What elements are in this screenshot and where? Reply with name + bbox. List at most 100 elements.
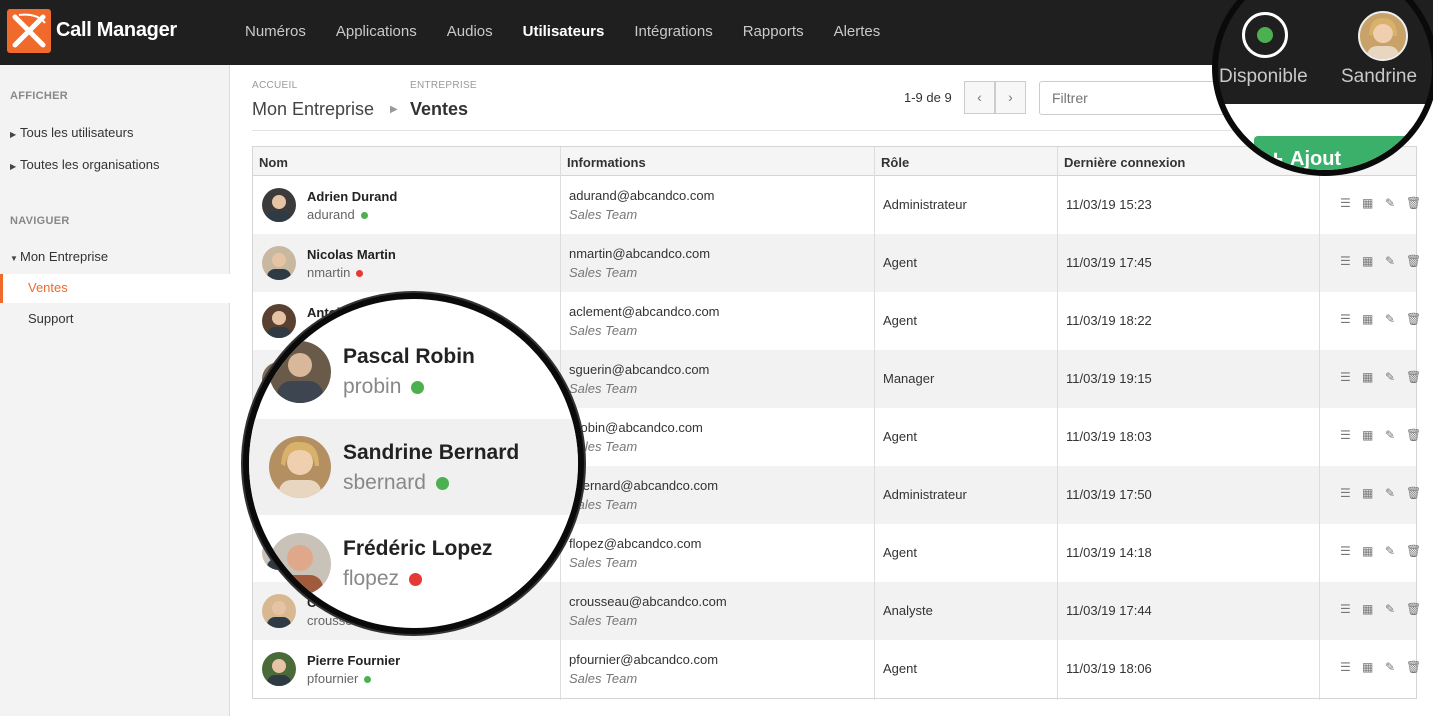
user-email: probin@abcandco.com: [569, 420, 703, 435]
current-user-name[interactable]: Sandrine: [1341, 66, 1417, 88]
user-email: crousseau@abcandco.com: [569, 594, 727, 609]
list-icon[interactable]: ☰: [1340, 544, 1351, 558]
user-team: Sales Team: [569, 265, 638, 280]
column-header-derniere-connexion[interactable]: Dernière connexion: [1064, 155, 1185, 170]
divider: [874, 147, 875, 700]
table-row[interactable]: Adrien Durand adurand adurand@abcandco.com…: [253, 176, 1421, 234]
sidebar-item-org[interactable]: ▼ Mon Entreprise: [10, 249, 108, 264]
row-actions: ☰ ▦ ✎ 🗑: [1330, 544, 1421, 560]
nav-item-integrations[interactable]: Intégrations: [634, 23, 712, 40]
user-team: Sales Team: [569, 381, 638, 396]
list-icon[interactable]: ☰: [1340, 428, 1351, 442]
user-email: adurand@abcandco.com: [569, 188, 715, 203]
avatar[interactable]: [1358, 11, 1408, 61]
table-row[interactable]: Nicolas Martin nmartin nmartin@abcandco.co…: [253, 234, 1421, 292]
calendar-icon[interactable]: ▦: [1362, 428, 1373, 442]
trash-icon[interactable]: 🗑: [1406, 254, 1421, 268]
trash-icon[interactable]: 🗑: [1406, 602, 1421, 616]
calendar-icon[interactable]: ▦: [1362, 486, 1373, 500]
calendar-icon[interactable]: ▦: [1362, 660, 1373, 674]
user-email: sbernard@abcandco.com: [569, 478, 719, 493]
filter-input[interactable]: [1039, 81, 1239, 115]
list-icon[interactable]: ☰: [1340, 196, 1351, 210]
nav-item-numeros[interactable]: Numéros: [245, 23, 306, 40]
avatar: [269, 533, 331, 595]
table-row[interactable]: Pierre Fournier pfournier pfournier@abcand…: [253, 640, 1421, 698]
user-last-login: 11/03/19 18:03: [1066, 429, 1152, 444]
trash-icon[interactable]: 🗑: [1406, 370, 1421, 384]
column-header-role[interactable]: Rôle: [881, 155, 909, 170]
list-icon[interactable]: ☰: [1340, 312, 1351, 326]
app-title: Call Manager: [56, 19, 177, 41]
caret-down-icon: ▼: [10, 254, 18, 263]
list-icon[interactable]: ☰: [1340, 370, 1351, 384]
sidebar-item-ventes[interactable]: Ventes: [28, 280, 68, 295]
pencil-icon[interactable]: ✎: [1385, 544, 1395, 558]
caret-right-icon: ▶: [10, 162, 17, 171]
nav-item-rapports[interactable]: Rapports: [743, 23, 804, 40]
user-last-login: 11/03/19 15:23: [1066, 197, 1152, 212]
nav-item-utilisateurs[interactable]: Utilisateurs: [523, 23, 605, 40]
calendar-icon[interactable]: ▦: [1362, 196, 1373, 210]
user-role: Administrateur: [883, 487, 967, 502]
row-actions: ☰ ▦ ✎ 🗑: [1330, 196, 1421, 212]
list-icon[interactable]: ☰: [1340, 660, 1351, 674]
status-online-icon: [364, 676, 372, 684]
status-available-icon[interactable]: [1242, 12, 1288, 58]
lens-row: Sandrine Bernard sbernard: [249, 419, 578, 515]
nav-item-alertes[interactable]: Alertes: [834, 23, 881, 40]
user-role: Agent: [883, 545, 917, 560]
list-icon[interactable]: ☰: [1340, 602, 1351, 616]
user-role: Agent: [883, 429, 917, 444]
user-login: pfournier: [307, 671, 372, 686]
column-header-nom[interactable]: Nom: [259, 155, 288, 170]
sidebar-item-support[interactable]: Support: [28, 311, 74, 326]
column-header-informations[interactable]: Informations: [567, 155, 646, 170]
pencil-icon[interactable]: ✎: [1385, 196, 1395, 210]
sidebar-heading-afficher: AFFICHER: [10, 90, 69, 102]
breadcrumb-separator-icon: ▶: [390, 104, 398, 115]
breadcrumb-home-label: ACCUEIL: [252, 80, 298, 91]
user-role: Analyste: [883, 603, 933, 618]
zoom-lens-users: Pascal Robin probin Sandrine Bernard sbe…: [243, 293, 584, 634]
pencil-icon[interactable]: ✎: [1385, 254, 1395, 268]
list-icon[interactable]: ☰: [1340, 486, 1351, 500]
breadcrumb-org-label: ENTREPRISE: [410, 80, 477, 91]
calendar-icon[interactable]: ▦: [1362, 370, 1373, 384]
status-online-icon: [411, 380, 425, 394]
calendar-icon[interactable]: ▦: [1362, 544, 1373, 558]
sidebar-item-all-users[interactable]: ▶ Tous les utilisateurs: [10, 125, 133, 140]
nav-item-applications[interactable]: Applications: [336, 23, 417, 40]
calendar-icon[interactable]: ▦: [1362, 312, 1373, 326]
trash-icon[interactable]: 🗑: [1406, 486, 1421, 500]
sidebar-item-all-orgs[interactable]: ▶ Toutes les organisations: [10, 157, 159, 172]
list-icon[interactable]: ☰: [1340, 254, 1351, 268]
nav-item-audios[interactable]: Audios: [447, 23, 493, 40]
user-name[interactable]: Adrien Durand: [307, 189, 397, 204]
pencil-icon[interactable]: ✎: [1385, 660, 1395, 674]
user-team: Sales Team: [569, 323, 638, 338]
app-logo-icon[interactable]: [7, 9, 51, 53]
user-email: sguerin@abcandco.com: [569, 362, 710, 377]
trash-icon[interactable]: 🗑: [1406, 312, 1421, 326]
row-actions: ☰ ▦ ✎ 🗑: [1330, 486, 1421, 502]
pencil-icon[interactable]: ✎: [1385, 486, 1395, 500]
user-last-login: 11/03/19 18:22: [1066, 313, 1152, 328]
pencil-icon[interactable]: ✎: [1385, 370, 1395, 384]
trash-icon[interactable]: 🗑: [1406, 544, 1421, 558]
lens-row: Pascal Robin probin: [249, 323, 578, 419]
trash-icon[interactable]: 🗑: [1406, 196, 1421, 210]
trash-icon[interactable]: 🗑: [1406, 428, 1421, 442]
pencil-icon[interactable]: ✎: [1385, 312, 1395, 326]
status-label[interactable]: Disponible: [1219, 66, 1308, 88]
trash-icon[interactable]: 🗑: [1406, 660, 1421, 674]
chevron-right-icon[interactable]: ›: [995, 81, 1026, 114]
calendar-icon[interactable]: ▦: [1362, 254, 1373, 268]
user-name[interactable]: Nicolas Martin: [307, 247, 396, 262]
calendar-icon[interactable]: ▦: [1362, 602, 1373, 616]
pencil-icon[interactable]: ✎: [1385, 428, 1395, 442]
user-name[interactable]: Pierre Fournier: [307, 653, 400, 668]
breadcrumb-home[interactable]: Mon Entreprise: [252, 99, 374, 120]
pencil-icon[interactable]: ✎: [1385, 602, 1395, 616]
chevron-left-icon[interactable]: ‹: [964, 81, 995, 114]
